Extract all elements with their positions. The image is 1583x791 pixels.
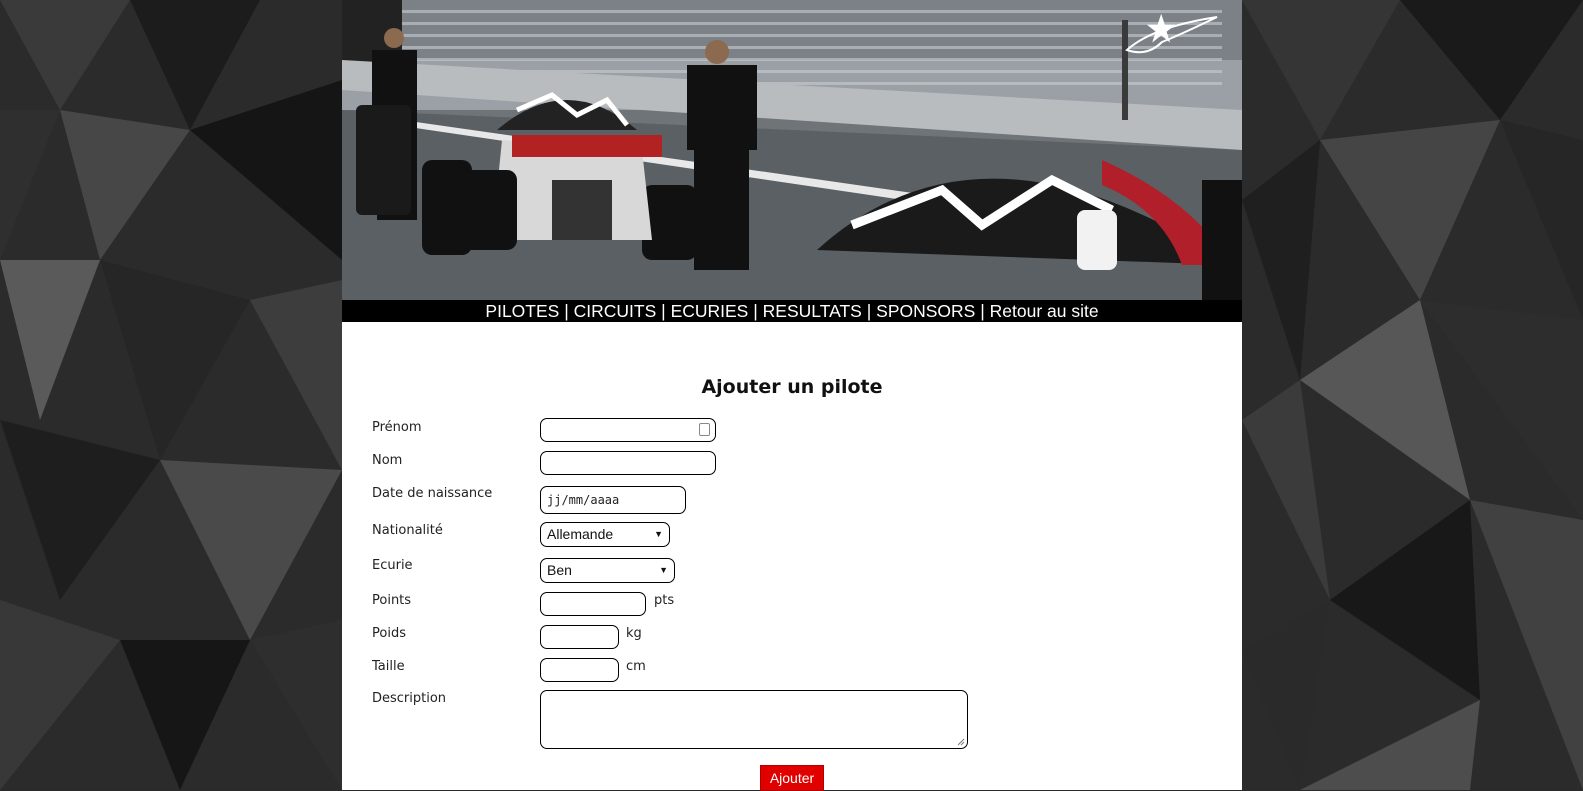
form-row-ecurie: Ecurie Ben ▼	[372, 558, 675, 583]
header-banner-image	[342, 0, 1242, 300]
label-poids: Poids	[372, 626, 406, 641]
nav-link-pilotes[interactable]: PILOTES	[485, 301, 559, 321]
points-unit: pts	[654, 593, 675, 608]
poids-input[interactable]	[540, 625, 619, 649]
label-nationalite: Nationalité	[372, 523, 443, 538]
triangle-down-icon: ▼	[654, 529, 663, 539]
nom-input[interactable]	[540, 451, 716, 475]
points-input[interactable]	[540, 592, 646, 616]
label-date-naissance: Date de naissance	[372, 486, 493, 501]
triangle-down-icon: ▼	[659, 565, 668, 575]
form-row-description: Description	[372, 690, 968, 750]
nav-separator: |	[661, 301, 666, 321]
nav-link-circuits[interactable]: CIRCUITS	[574, 301, 657, 321]
nav-separator: |	[866, 301, 872, 321]
nationalite-select[interactable]: Allemande ▼	[540, 522, 670, 547]
label-prenom: Prénom	[372, 420, 422, 435]
label-points: Points	[372, 593, 412, 608]
form-title: Ajouter un pilote	[701, 376, 883, 398]
main-container: PILOTES | CIRCUITS | ECURIES | RESULTATS…	[342, 0, 1242, 791]
form-row-date-naissance: Date de naissance jj/mm/aaaa	[372, 486, 686, 514]
ecurie-selected-value: Ben	[547, 562, 572, 578]
nav-link-retour-site[interactable]: Retour au site	[990, 301, 1099, 321]
form-row-prenom: Prénom	[372, 418, 716, 444]
prenom-input[interactable]	[540, 418, 716, 442]
nav-link-resultats[interactable]: RESULTATS	[763, 301, 862, 321]
form-row-taille: Taille cm	[372, 658, 646, 683]
nav-separator: |	[564, 301, 569, 321]
contact-card-icon[interactable]	[699, 423, 710, 436]
label-taille: Taille	[372, 659, 405, 674]
poids-unit: kg	[626, 626, 642, 641]
nav-separator: |	[980, 301, 985, 321]
label-ecurie: Ecurie	[372, 558, 413, 573]
form-row-points: Points pts	[372, 592, 674, 617]
taille-unit: cm	[626, 659, 646, 674]
form-row-nationalite: Nationalité Allemande ▼	[372, 522, 670, 548]
main-nav: PILOTES | CIRCUITS | ECURIES | RESULTATS…	[342, 300, 1242, 322]
date-naissance-input[interactable]: jj/mm/aaaa	[540, 486, 686, 514]
form-row-nom: Nom	[372, 451, 716, 477]
label-description: Description	[372, 691, 447, 706]
nav-link-ecuries[interactable]: ECURIES	[671, 301, 749, 321]
nav-separator: |	[753, 301, 758, 321]
form-row-poids: Poids kg	[372, 625, 642, 650]
ecurie-select[interactable]: Ben ▼	[540, 558, 675, 583]
label-nom: Nom	[372, 453, 403, 468]
ajouter-button[interactable]: Ajouter	[760, 765, 824, 791]
description-textarea[interactable]	[540, 690, 968, 749]
taille-input[interactable]	[540, 658, 619, 682]
resize-handle-icon[interactable]	[957, 738, 965, 746]
nationalite-selected-value: Allemande	[547, 526, 614, 542]
nav-link-sponsors[interactable]: SPONSORS	[876, 301, 975, 321]
